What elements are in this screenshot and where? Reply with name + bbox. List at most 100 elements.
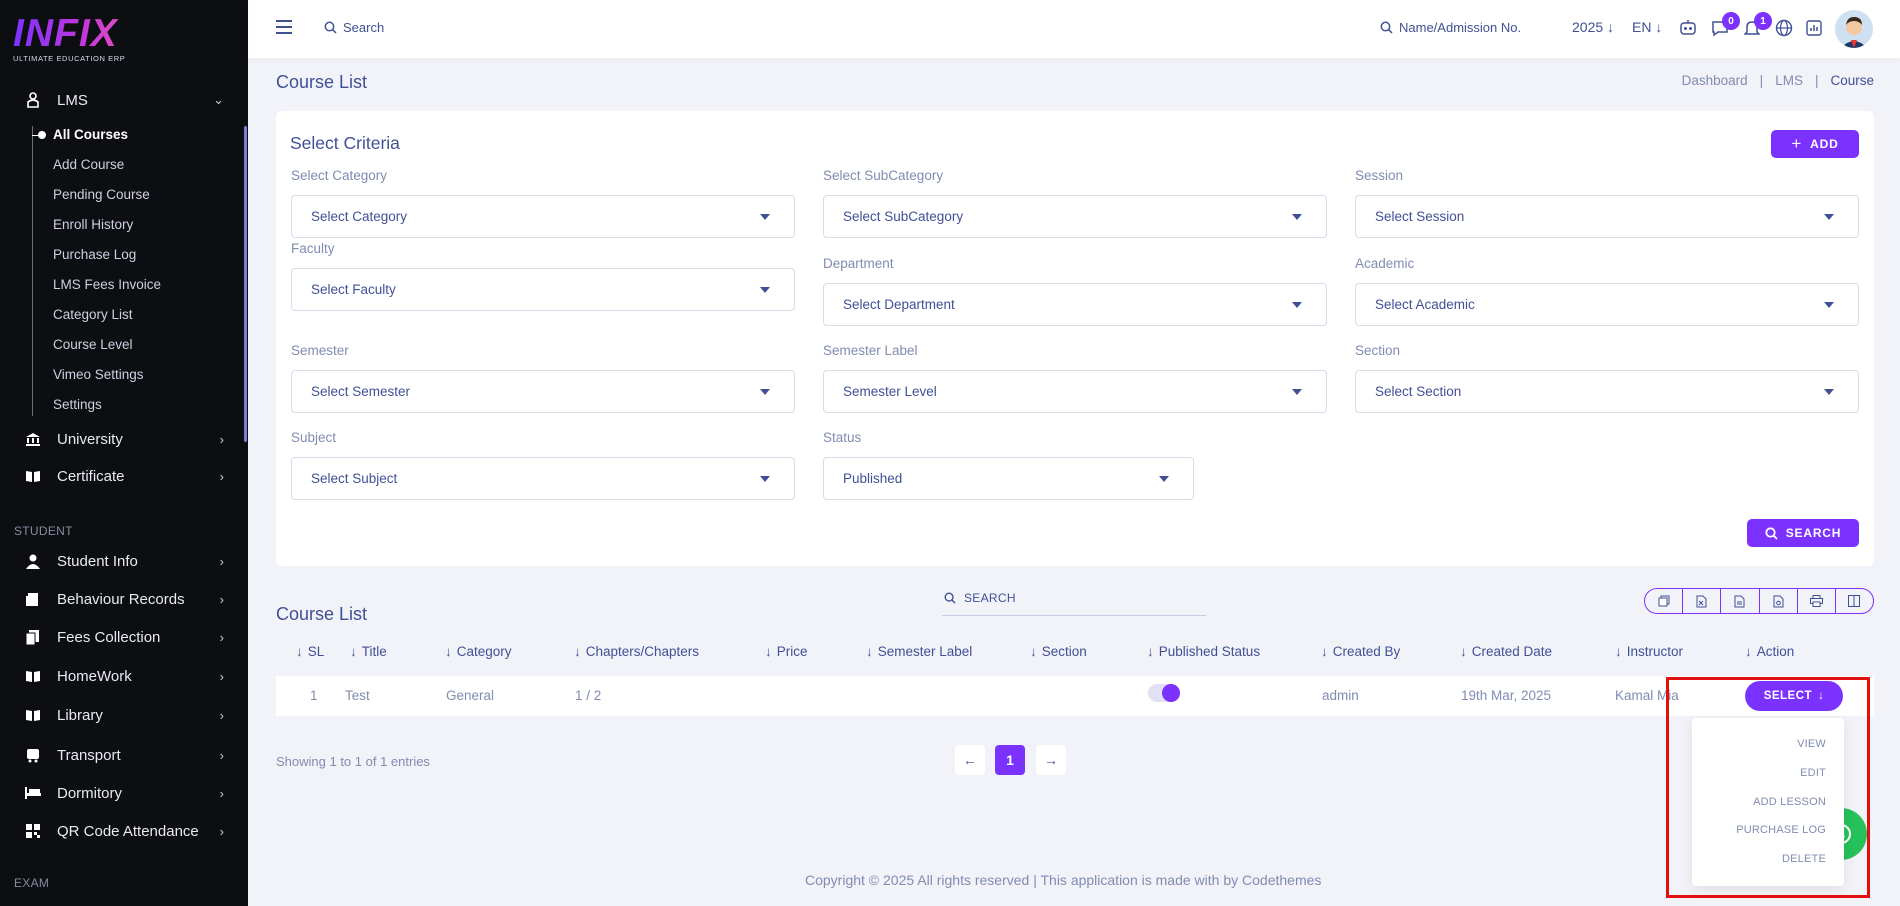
sidebar-item-student-info[interactable]: Student Info › (0, 546, 244, 576)
excel-icon[interactable] (1683, 589, 1722, 613)
caret-down-icon (760, 287, 770, 293)
column-header-created-date[interactable]: ↓ Created Date (1460, 644, 1552, 659)
sidebar-scrollbar[interactable] (244, 126, 247, 442)
menu-item-delete[interactable]: DELETE (1782, 853, 1826, 865)
cell-created-date: 19th Mar, 2025 (1461, 688, 1552, 703)
column-header-action[interactable]: ↓ Action (1745, 644, 1794, 659)
caret-down-icon (1824, 302, 1834, 308)
sidebar-subitem-all-courses[interactable]: All Courses (53, 124, 128, 146)
bell-icon[interactable]: 1 (1742, 12, 1772, 38)
sidebar-subitem-add-course[interactable]: Add Course (53, 154, 124, 176)
department-value: Select Department (843, 297, 955, 312)
brand-logo[interactable]: INFIX ULTIMATE EDUCATION ERP (13, 14, 163, 66)
sidebar-subitem-settings[interactable]: Settings (53, 394, 102, 416)
sidebar-item-fees-collection[interactable]: Fees Collection › (0, 622, 244, 652)
breadcrumb-separator: | (1759, 73, 1764, 88)
sidebar-item-qr-code-attendance[interactable]: QR Code Attendance › (0, 816, 244, 846)
column-header-created-by[interactable]: ↓ Created By (1321, 644, 1400, 659)
language-selector[interactable]: EN ↓ (1632, 19, 1662, 35)
search-button[interactable]: SEARCH (1747, 519, 1859, 547)
page-button[interactable]: 1 (995, 745, 1025, 775)
add-button[interactable]: + ADD (1771, 130, 1859, 158)
category-select[interactable]: Select Category (291, 195, 795, 238)
column-header-semester-label[interactable]: ↓ Semester Label (866, 644, 972, 659)
sidebar-subitem-pending-course[interactable]: Pending Course (53, 184, 150, 206)
subject-select[interactable]: Select Subject (291, 457, 795, 500)
sort-icon: ↓ (350, 644, 357, 659)
admission-search[interactable]: Name/Admission No. (1380, 20, 1521, 35)
robot-icon[interactable] (1678, 18, 1698, 38)
sidebar-item-dormitory[interactable]: Dormitory › (0, 778, 244, 808)
sidebar-item-lms[interactable]: LMS ⌄ (0, 85, 244, 115)
section-value: Select Section (1375, 384, 1462, 399)
status-label: Status (823, 430, 862, 445)
sidebar-subitem-category-list[interactable]: Category List (53, 304, 133, 326)
menu-item-view[interactable]: VIEW (1797, 738, 1826, 750)
add-button-label: ADD (1810, 137, 1839, 151)
semester-select[interactable]: Select Semester (291, 370, 795, 413)
sidebar-subitem-purchase-log[interactable]: Purchase Log (53, 244, 136, 266)
criteria-card: Select Criteria + ADD Select Category Se… (276, 111, 1874, 566)
academic-select[interactable]: Select Academic (1355, 283, 1859, 326)
menu-item-edit[interactable]: EDIT (1800, 767, 1826, 779)
breadcrumb-dashboard[interactable]: Dashboard (1682, 73, 1748, 88)
sidebar-subitem-course-level[interactable]: Course Level (53, 334, 133, 356)
menu-item-add-lesson[interactable]: ADD LESSON (1753, 796, 1826, 808)
menu-item-purchase-log[interactable]: PURCHASE LOG (1736, 824, 1826, 836)
chart-icon[interactable] (1804, 18, 1824, 38)
admission-search-label: Name/Admission No. (1399, 20, 1522, 35)
pdf-icon[interactable] (1760, 589, 1798, 613)
subject-label: Subject (291, 430, 337, 445)
header-search[interactable]: Search (324, 20, 384, 35)
column-header-section[interactable]: ↓ Section (1030, 644, 1087, 659)
sidebar-item-homework[interactable]: HomeWork › (0, 661, 244, 691)
next-page-button[interactable]: → (1036, 745, 1066, 775)
breadcrumb-lms[interactable]: LMS (1775, 73, 1803, 88)
sort-icon: ↓ (1615, 644, 1622, 659)
avatar[interactable] (1835, 10, 1873, 48)
column-header-category[interactable]: ↓ Category (445, 644, 512, 659)
notifications-badge: 1 (1754, 12, 1772, 30)
column-header-sl[interactable]: ↓ SL (296, 644, 324, 659)
sidebar-item-certificate[interactable]: Certificate › (0, 461, 244, 491)
sidebar-item-transport[interactable]: Transport › (0, 740, 244, 770)
column-label: Action (1756, 644, 1795, 659)
sort-icon: ↓ (1460, 644, 1467, 659)
sidebar-subitem-lms-fees-invoice[interactable]: LMS Fees Invoice (53, 274, 161, 296)
sidebar-item-behaviour-records[interactable]: Behaviour Records › (0, 584, 244, 614)
table-search-input[interactable]: SEARCH (942, 580, 1206, 616)
chevron-right-icon: › (219, 431, 224, 447)
subcategory-select[interactable]: Select SubCategory (823, 195, 1327, 238)
semester-label-select[interactable]: Semester Level (823, 370, 1327, 413)
prev-page-button[interactable]: ← (955, 745, 985, 775)
sidebar-subitem-enroll-history[interactable]: Enroll History (53, 214, 133, 236)
year-value: 2025 (1572, 19, 1604, 35)
department-select[interactable]: Select Department (823, 283, 1327, 326)
sidebar-item-university[interactable]: University › (0, 424, 244, 454)
section-select[interactable]: Select Section (1355, 370, 1859, 413)
chevron-right-icon: › (219, 707, 224, 723)
column-header-title[interactable]: ↓ Title (350, 644, 387, 659)
published-toggle[interactable] (1148, 684, 1180, 702)
column-header-instructor[interactable]: ↓ Instructor (1615, 644, 1683, 659)
globe-icon[interactable] (1774, 18, 1794, 38)
messages-icon[interactable]: 0 (1710, 12, 1740, 38)
column-header-published-status[interactable]: ↓ Published Status (1147, 644, 1260, 659)
status-select[interactable]: Published (823, 457, 1194, 500)
faculty-select[interactable]: Select Faculty (291, 268, 795, 311)
chevron-right-icon: › (219, 747, 224, 763)
select-action-button[interactable]: SELECT ↓ (1745, 681, 1843, 711)
year-selector[interactable]: 2025 ↓ (1572, 19, 1614, 35)
column-header-chapters[interactable]: ↓ Chapters/Chapters (574, 644, 699, 659)
caret-down-icon (1292, 214, 1302, 220)
print-icon[interactable] (1798, 589, 1836, 613)
sidebar-item-library[interactable]: Library › (0, 700, 244, 730)
column-header-price[interactable]: ↓ Price (765, 644, 808, 659)
menu-toggle-icon[interactable] (276, 20, 292, 34)
columns-icon[interactable] (1836, 589, 1873, 613)
sidebar-subitem-vimeo-settings[interactable]: Vimeo Settings (53, 364, 144, 386)
csv-icon[interactable] (1721, 589, 1760, 613)
session-select[interactable]: Select Session (1355, 195, 1859, 238)
cell-created-by: admin (1322, 688, 1359, 703)
copy-icon[interactable] (1645, 589, 1684, 613)
